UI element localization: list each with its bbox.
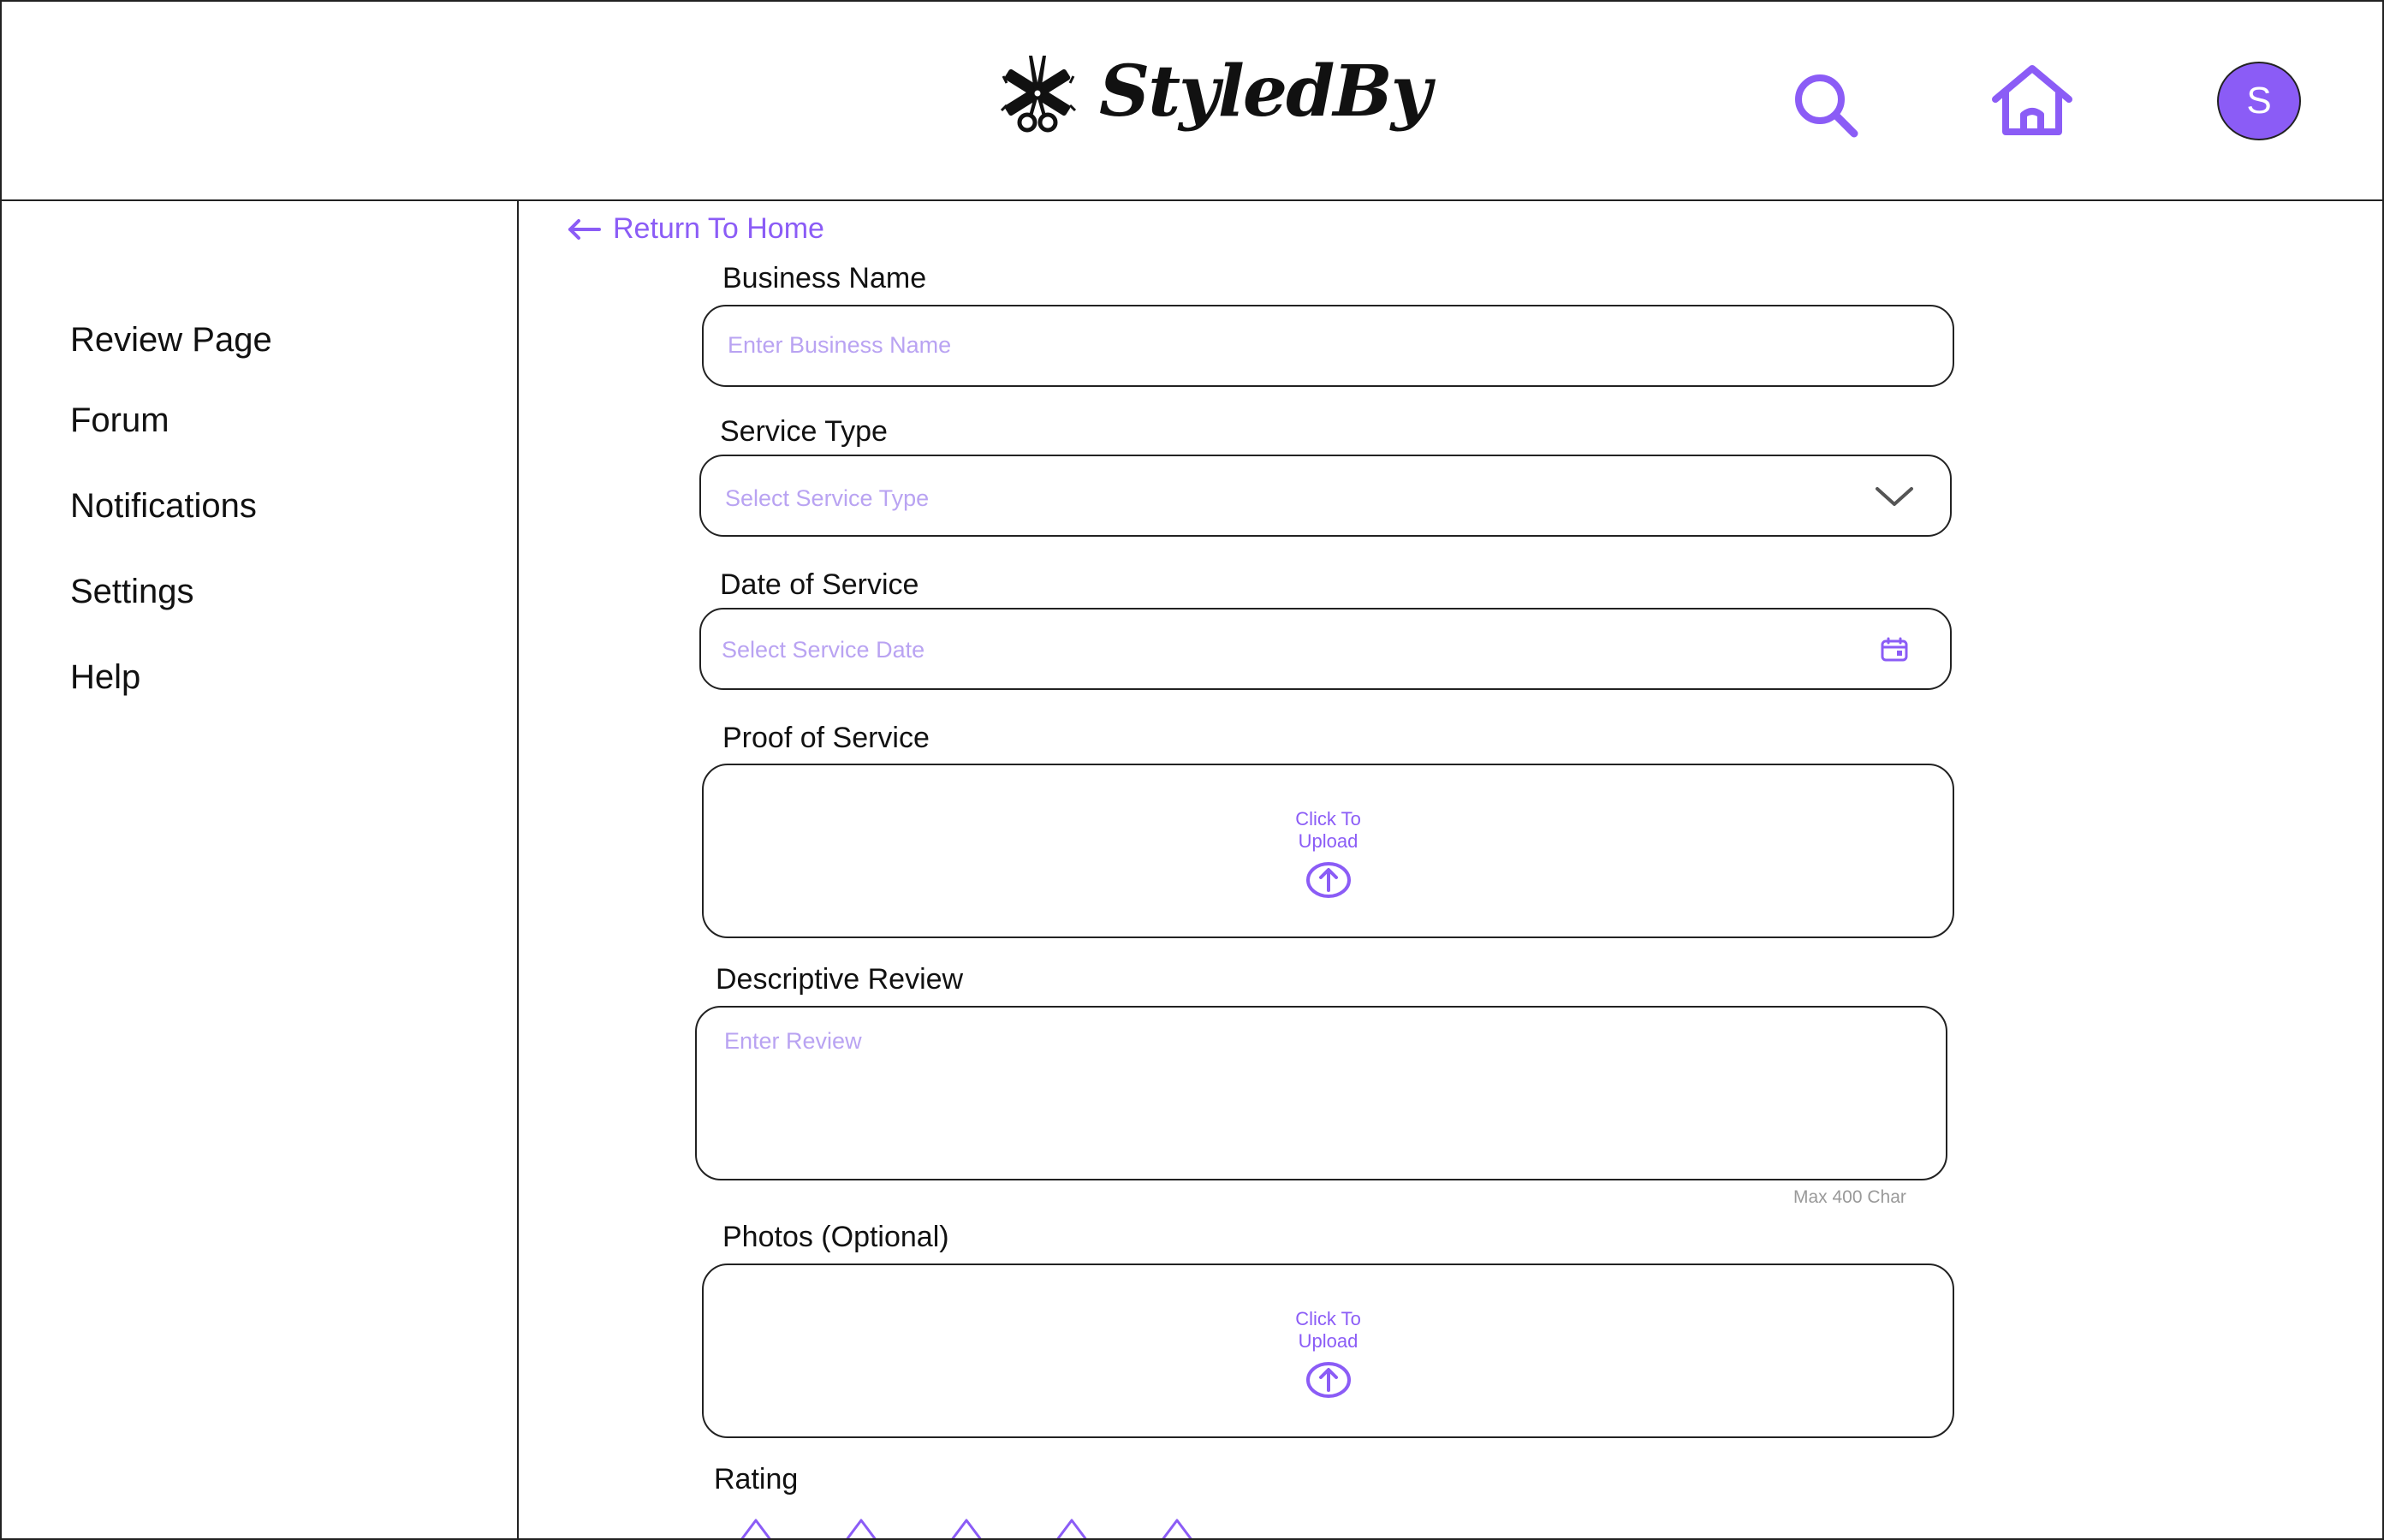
search-icon [1795,74,1858,138]
service-type-select[interactable]: Select Service Type [699,455,1952,537]
upload-icon [1305,1362,1351,1398]
character-limit-hint: Max 400 Char [1793,1187,1906,1207]
rating-star-5-icon[interactable] [1157,1519,1197,1540]
proof-of-service-upload[interactable]: Click To Upload [702,764,1954,938]
chevron-down-icon [1876,487,1913,506]
scissors-comb-logo-icon [1000,56,1077,133]
date-of-service-label: Date of Service [720,568,919,601]
photos-upload-text: Click To Upload [1295,1308,1361,1352]
page: StyledBy S Review Page Forum Notificatio… [0,0,2384,1540]
user-avatar[interactable]: S [2217,62,2301,140]
sidebar-item-settings[interactable]: Settings [70,573,194,611]
business-name-placeholder: Enter Business Name [728,332,952,358]
sidebar-item-forum[interactable]: Forum [70,401,169,440]
proof-upload-text: Click To Upload [1295,808,1361,852]
descriptive-review-textarea[interactable]: Enter Review [695,1006,1947,1180]
logo-text: StyledBy [1099,51,1431,133]
photos-upload[interactable]: Click To Upload [702,1264,1954,1438]
search-button[interactable] [1792,72,1861,140]
top-bar: StyledBy S [2,2,2382,201]
photos-upload-content: Click To Upload [1277,1308,1380,1399]
home-icon [1992,65,2072,135]
sidebar-item-help[interactable]: Help [70,658,140,697]
descriptive-review-placeholder: Enter Review [724,1028,862,1054]
rating-label: Rating [714,1463,799,1495]
logo[interactable]: StyledBy [995,36,1431,147]
sidebar: Review Page Forum Notifications Settings… [2,201,519,1538]
arrow-left-icon [568,218,601,240]
photos-label: Photos (Optional) [722,1221,949,1253]
rating-star-2-icon[interactable] [841,1519,881,1540]
service-type-placeholder: Select Service Type [725,485,930,511]
return-to-home-link[interactable]: Return To Home [567,212,824,246]
rating-star-4-icon[interactable] [1052,1519,1091,1540]
business-name-label: Business Name [722,262,927,294]
rating-star-3-icon[interactable] [947,1519,986,1540]
business-name-input[interactable]: Enter Business Name [702,305,1954,387]
sidebar-item-notifications[interactable]: Notifications [70,487,257,526]
date-of-service-input[interactable]: Select Service Date [699,608,1952,690]
home-button[interactable] [1990,63,2074,137]
sidebar-item-review-page[interactable]: Review Page [70,321,272,360]
proof-of-service-label: Proof of Service [722,722,930,754]
descriptive-review-label: Descriptive Review [716,963,964,996]
service-type-label: Service Type [720,415,888,448]
rating-star-1-icon[interactable] [736,1519,776,1540]
return-to-home-label: Return To Home [613,212,824,245]
date-of-service-placeholder: Select Service Date [722,637,925,663]
calendar-icon[interactable] [1881,637,1908,663]
proof-upload-content: Click To Upload [1277,808,1380,899]
upload-icon [1305,862,1351,898]
